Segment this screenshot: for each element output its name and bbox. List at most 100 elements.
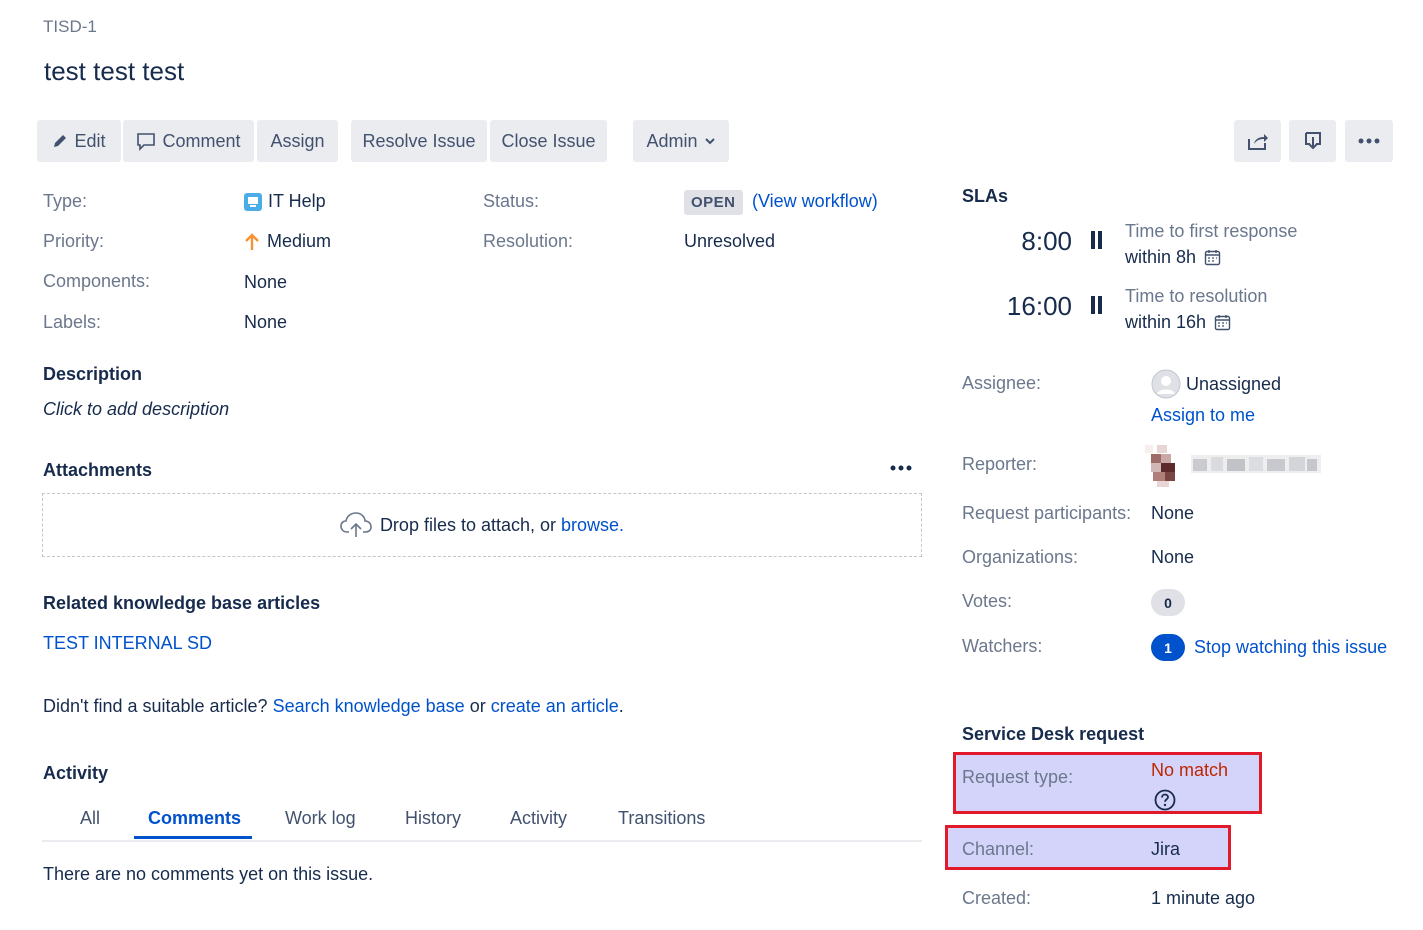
assignee-label: Assignee:: [962, 373, 1042, 393]
tabs-divider: [42, 840, 922, 842]
assign-to-me-link[interactable]: Assign to me: [1151, 405, 1255, 426]
browse-link[interactable]: browse.: [561, 515, 624, 535]
sla-within-first-response: within 8h: [1125, 247, 1221, 268]
view-workflow-link[interactable]: (View workflow): [752, 191, 878, 212]
resolution-label: Resolution:: [483, 231, 574, 251]
organizations-label: Organizations:: [962, 547, 1079, 567]
help-icon[interactable]: [1154, 789, 1176, 811]
reporter-avatar: [1143, 441, 1333, 489]
type-label: Type:: [43, 191, 88, 211]
create-article-link[interactable]: create an article: [491, 696, 619, 716]
more-actions-button[interactable]: [1345, 120, 1393, 162]
components-value[interactable]: None: [244, 272, 287, 293]
resolve-issue-label: Resolve Issue: [362, 130, 476, 151]
activity-heading: Activity: [43, 763, 109, 783]
comment-icon: [137, 133, 156, 151]
attachment-drop-zone[interactable]: Drop files to attach, or browse.: [42, 493, 922, 557]
resolve-issue-button[interactable]: Resolve Issue: [351, 120, 487, 162]
tab-work-log[interactable]: Work log: [285, 808, 356, 829]
created-label: Created:: [962, 888, 1032, 908]
watchers-label: Watchers:: [962, 636, 1043, 656]
attachments-more-icon[interactable]: [890, 465, 912, 471]
reporter-redacted[interactable]: [1143, 441, 1333, 489]
admin-dropdown-button[interactable]: Admin: [633, 120, 729, 162]
kb-heading: Related knowledge base articles: [43, 593, 321, 613]
labels-label: Labels:: [43, 312, 102, 332]
it-help-icon: [244, 192, 262, 211]
channel-value: Jira: [1151, 839, 1181, 859]
sla-time-resolution: 16:00: [1006, 291, 1072, 321]
avatar-placeholder-icon: [1151, 369, 1181, 399]
issue-title[interactable]: test test test: [44, 56, 184, 87]
comment-button[interactable]: Comment: [123, 120, 254, 162]
tab-transitions[interactable]: Transitions: [618, 808, 705, 829]
tab-history[interactable]: History: [405, 808, 461, 829]
pencil-icon: [54, 135, 67, 147]
type-value: IT Help: [268, 191, 326, 211]
pause-icon: [1090, 231, 1103, 249]
close-issue-button[interactable]: Close Issue: [490, 120, 607, 162]
channel-label: Channel:: [962, 839, 1035, 859]
votes-count-badge[interactable]: 0: [1151, 589, 1185, 616]
status-label: Status:: [483, 191, 540, 211]
watchers-count-badge[interactable]: 1: [1151, 634, 1185, 661]
kb-article-link[interactable]: TEST INTERNAL SD: [43, 633, 212, 654]
no-comments-text: There are no comments yet on this issue.: [43, 864, 374, 884]
organizations-value[interactable]: None: [1151, 547, 1194, 568]
reporter-label: Reporter:: [962, 454, 1038, 474]
resolution-value: Unresolved: [684, 231, 776, 251]
sla-time-first-response: 8:00: [1021, 226, 1072, 256]
assign-label: Assign: [270, 130, 325, 151]
chevron-down-icon: [704, 138, 715, 145]
labels-value[interactable]: None: [244, 312, 287, 333]
kb-prompt: Didn't find a suitable article?: [43, 696, 273, 716]
slas-heading: SLAs: [962, 186, 1009, 206]
more-icon: [1358, 138, 1380, 144]
cloud-upload-icon: [340, 512, 372, 537]
kb-period: .: [618, 696, 624, 716]
created-value: 1 minute ago: [1151, 888, 1256, 908]
active-tab-indicator: [134, 836, 252, 839]
stop-watching-link[interactable]: Stop watching this issue: [1194, 637, 1387, 658]
assignee-value: Unassigned: [1186, 373, 1282, 394]
export-icon: [1304, 132, 1321, 150]
request-type-value[interactable]: No match: [1151, 760, 1228, 781]
participants-value[interactable]: None: [1151, 503, 1194, 524]
pause-icon: [1090, 296, 1103, 314]
assign-button[interactable]: Assign: [257, 120, 338, 162]
admin-label: Admin: [646, 130, 698, 151]
sla-within-resolution: within 16h: [1125, 312, 1231, 333]
attachments-heading: Attachments: [43, 460, 153, 480]
tab-all[interactable]: All: [80, 808, 100, 829]
kb-or: or: [464, 696, 491, 716]
assignee-field[interactable]: Unassigned: [1151, 369, 1281, 399]
tab-comments[interactable]: Comments: [148, 808, 241, 829]
priority-field[interactable]: Medium: [244, 231, 331, 252]
issue-key[interactable]: TISD-1: [43, 17, 97, 37]
sla-name-first-response: Time to first response: [1125, 221, 1298, 241]
type-field[interactable]: IT Help: [244, 191, 326, 212]
status-badge: OPEN: [684, 190, 743, 215]
priority-label: Priority:: [43, 231, 105, 251]
comment-label: Comment: [162, 130, 241, 151]
description-heading: Description: [43, 364, 143, 384]
votes-label: Votes:: [962, 591, 1013, 611]
edit-button[interactable]: Edit: [37, 120, 121, 162]
service-desk-heading: Service Desk request: [962, 724, 1145, 744]
tab-activity[interactable]: Activity: [510, 808, 567, 829]
export-button[interactable]: [1289, 120, 1336, 162]
sla-within-resolution-text: within 16h: [1125, 312, 1207, 332]
sla-name-resolution: Time to resolution: [1125, 286, 1268, 306]
drop-text: Drop files to attach, or: [379, 514, 562, 535]
sla-within-first-response-text: within 8h: [1125, 247, 1197, 267]
description-placeholder[interactable]: Click to add description: [43, 399, 229, 420]
calendar-icon: [1204, 250, 1221, 266]
edit-label: Edit: [74, 130, 106, 151]
components-label: Components:: [43, 271, 151, 291]
kb-prompt-line: Didn't find a suitable article? Search k…: [43, 696, 624, 717]
search-kb-link[interactable]: Search knowledge base: [273, 696, 465, 716]
calendar-icon: [1214, 315, 1231, 331]
share-button[interactable]: [1234, 120, 1281, 162]
close-issue-label: Close Issue: [501, 130, 596, 151]
participants-label: Request participants:: [962, 503, 1132, 523]
